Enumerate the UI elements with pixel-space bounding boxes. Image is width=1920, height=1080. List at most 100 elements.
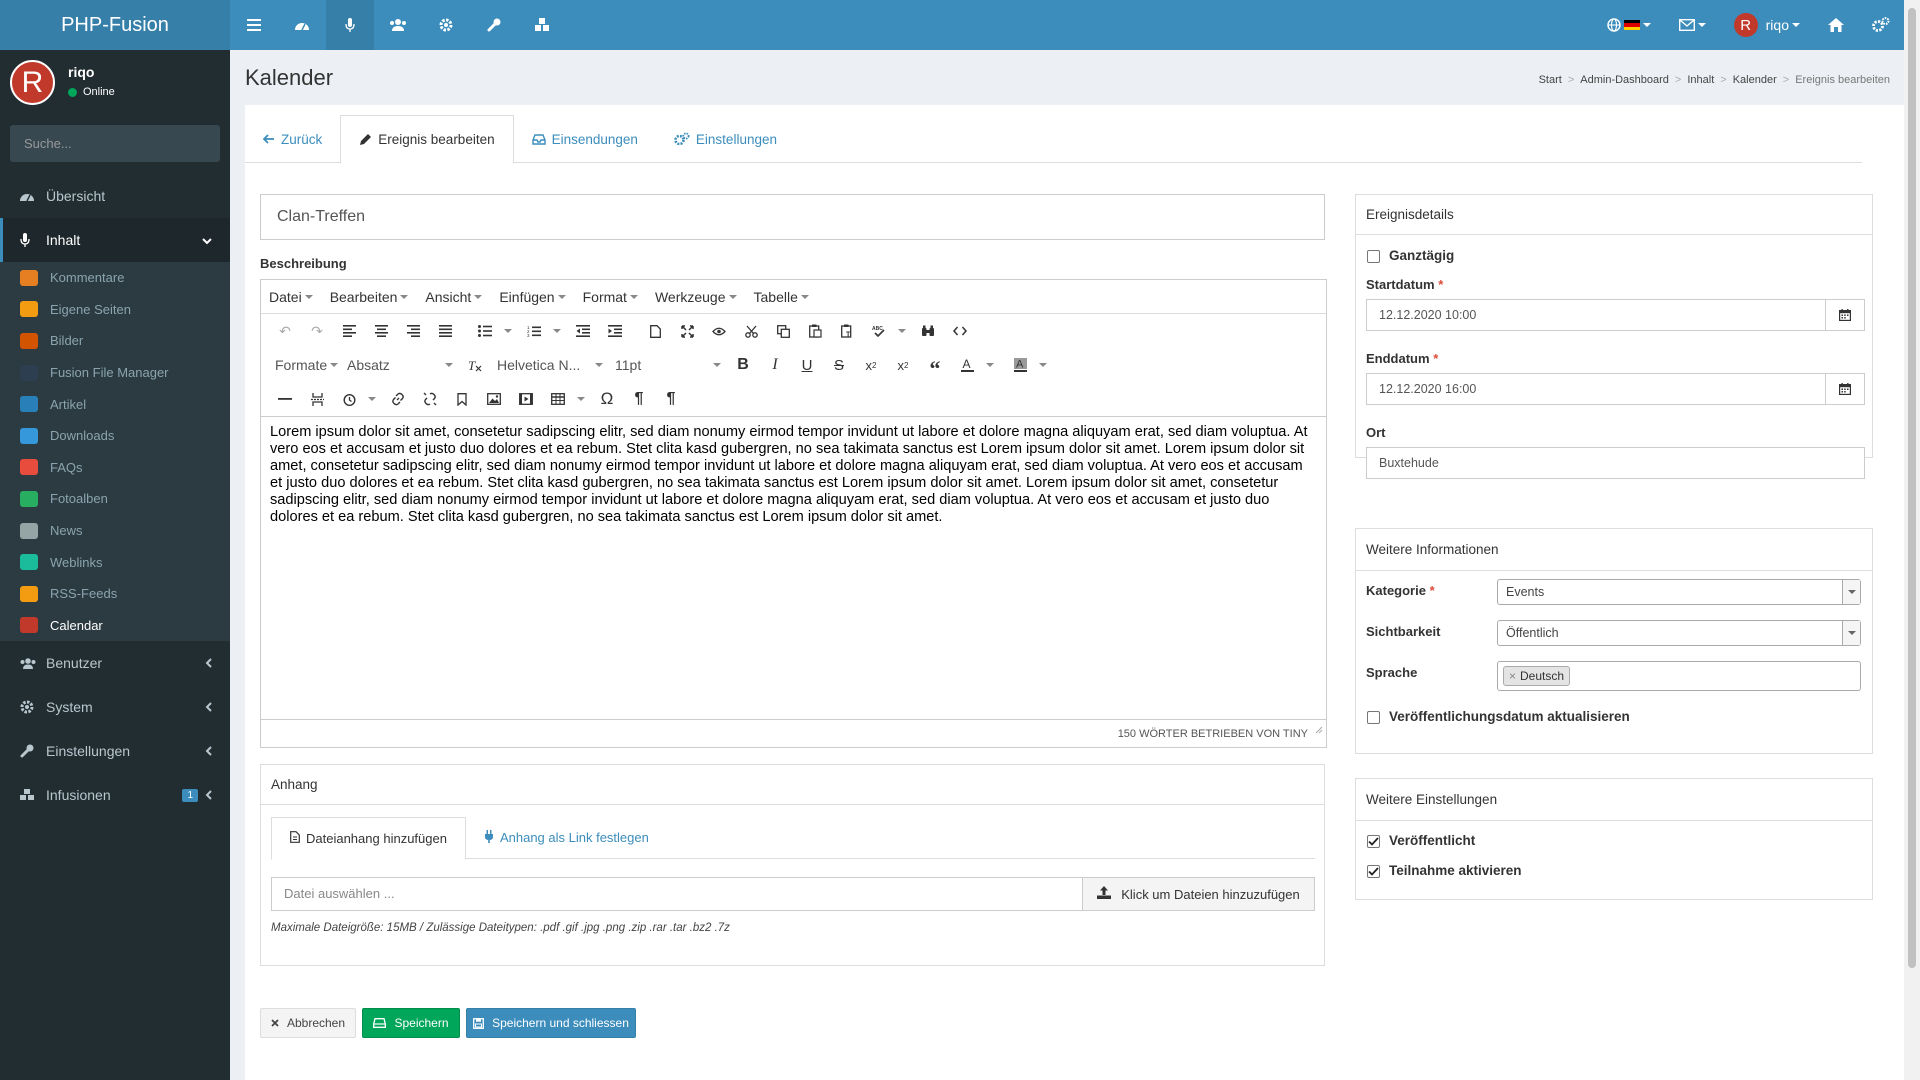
breadcrumb-item[interactable]: Inhalt bbox=[1687, 74, 1714, 86]
table-icon[interactable] bbox=[542, 386, 574, 412]
category-select[interactable]: Events bbox=[1497, 579, 1861, 605]
visibility-select[interactable]: Öffentlich bbox=[1497, 620, 1861, 646]
editor-menu-ansicht[interactable]: Ansicht bbox=[425, 289, 483, 305]
sidebar-search-input[interactable]: Suche... bbox=[10, 125, 220, 162]
calendar-icon[interactable] bbox=[1825, 373, 1865, 405]
save-and-close-button[interactable]: Speichern und schliessen bbox=[466, 1008, 636, 1038]
sidebar-item-users[interactable]: Benutzer bbox=[0, 641, 230, 685]
superscript-icon[interactable]: x2 bbox=[887, 352, 919, 378]
editor-menu-einf-gen[interactable]: Einfügen bbox=[499, 289, 566, 305]
undo-icon[interactable]: ↶ bbox=[269, 318, 301, 344]
remove-tag-icon[interactable]: × bbox=[1509, 669, 1516, 683]
blockquote-icon[interactable]: “ bbox=[919, 352, 951, 381]
editor-menu-bearbeiten[interactable]: Bearbeiten bbox=[330, 289, 409, 305]
sidebar-subitem-artikel[interactable]: Artikel bbox=[0, 388, 230, 420]
published-checkbox[interactable] bbox=[1367, 835, 1380, 848]
resize-handle-icon[interactable] bbox=[1315, 717, 1323, 745]
horizontal-rule-icon[interactable] bbox=[269, 386, 301, 412]
editor-menu-format[interactable]: Format bbox=[583, 289, 638, 305]
visual-chars-pilcrow-icon[interactable]: ¶ bbox=[655, 386, 687, 412]
redo-icon[interactable]: ↷ bbox=[301, 318, 333, 344]
clear-formatting-icon[interactable]: T bbox=[459, 352, 491, 378]
chevron-down-icon[interactable] bbox=[553, 329, 561, 333]
calendar-icon[interactable] bbox=[1825, 299, 1865, 331]
cancel-button[interactable]: Abbrechen bbox=[260, 1008, 356, 1038]
chevron-down-icon[interactable] bbox=[1039, 363, 1047, 367]
add-files-button[interactable]: Klick um Dateien hinzuzufügen bbox=[1082, 877, 1315, 911]
find-binoculars-icon[interactable] bbox=[912, 318, 944, 344]
bold-icon[interactable]: B bbox=[727, 352, 759, 378]
breadcrumb-item[interactable]: Admin-Dashboard bbox=[1580, 74, 1669, 86]
align-center-icon[interactable] bbox=[365, 318, 397, 344]
chevron-down-icon[interactable] bbox=[577, 397, 585, 401]
font-size-dropdown[interactable]: 11pt bbox=[609, 352, 727, 378]
allday-checkbox[interactable] bbox=[1367, 250, 1380, 263]
scrollbar-thumb[interactable] bbox=[1908, 8, 1916, 968]
tab-add-file-attachment[interactable]: Dateianhang hinzufügen bbox=[271, 817, 466, 860]
sidebar-subitem-news[interactable]: News bbox=[0, 515, 230, 547]
infusions-cubes-icon[interactable] bbox=[518, 0, 566, 50]
sidebar-item-system[interactable]: System bbox=[0, 685, 230, 729]
end-date-input[interactable]: 12.12.2020 16:00 bbox=[1366, 373, 1826, 405]
fullscreen-icon[interactable] bbox=[671, 318, 703, 344]
preview-eye-icon[interactable] bbox=[703, 318, 735, 344]
indent-icon[interactable] bbox=[599, 318, 631, 344]
language-tag[interactable]: × Deutsch bbox=[1503, 666, 1571, 686]
tab-settings[interactable]: Einstellungen bbox=[656, 115, 795, 163]
update-publish-date-checkbox[interactable] bbox=[1367, 711, 1380, 724]
breadcrumb-item[interactable]: Start bbox=[1539, 74, 1562, 86]
source-code-icon[interactable] bbox=[944, 318, 976, 344]
start-date-input[interactable]: 12.12.2020 10:00 bbox=[1366, 299, 1826, 331]
formats-dropdown[interactable]: Formate bbox=[269, 352, 341, 378]
dashboard-icon[interactable] bbox=[278, 0, 326, 50]
sidebar-item-content[interactable]: Inhalt bbox=[0, 218, 230, 262]
sidebar-subitem-fusion-file-manager[interactable]: Fusion File Manager bbox=[0, 357, 230, 389]
sidebar-item-infusions[interactable]: Infusionen 1 bbox=[0, 773, 230, 817]
paste-text-icon[interactable]: T bbox=[831, 318, 863, 344]
insert-media-icon[interactable] bbox=[510, 386, 542, 412]
sidebar-item-settings[interactable]: Einstellungen bbox=[0, 729, 230, 773]
participation-checkbox[interactable] bbox=[1367, 865, 1380, 878]
tab-submissions[interactable]: Einsendungen bbox=[514, 115, 656, 163]
sidebar-subitem-kommentare[interactable]: Kommentare bbox=[0, 262, 230, 294]
background-color-icon[interactable]: A bbox=[1004, 352, 1036, 378]
editor-menu-werkzeuge[interactable]: Werkzeuge bbox=[655, 289, 737, 305]
system-gear-icon[interactable] bbox=[422, 0, 470, 50]
font-family-dropdown[interactable]: Helvetica N... bbox=[491, 352, 609, 378]
user-dropdown[interactable]: R riqo bbox=[1720, 0, 1814, 50]
editor-menu-tabelle[interactable]: Tabelle bbox=[754, 289, 809, 305]
editor-content-area[interactable]: Lorem ipsum dolor sit amet, consetetur s… bbox=[261, 417, 1326, 717]
special-character-omega-icon[interactable]: Ω bbox=[591, 386, 623, 412]
underline-icon[interactable]: U bbox=[791, 352, 823, 378]
subscript-icon[interactable]: x2 bbox=[855, 352, 887, 378]
sidebar-subitem-faqs[interactable]: FAQs bbox=[0, 452, 230, 484]
tab-edit-event[interactable]: Ereignis bearbeiten bbox=[340, 115, 514, 164]
content-microphone-icon[interactable] bbox=[326, 0, 374, 50]
link-icon[interactable] bbox=[382, 386, 414, 412]
insert-datetime-icon[interactable] bbox=[333, 386, 365, 412]
save-button[interactable]: Speichern bbox=[362, 1008, 460, 1038]
breadcrumb-item[interactable]: Kalender bbox=[1733, 74, 1777, 86]
tab-attachment-link[interactable]: Anhang als Link festlegen bbox=[466, 817, 667, 858]
sidebar-subitem-eigene-seiten[interactable]: Eigene Seiten bbox=[0, 294, 230, 326]
sidebar-subitem-fotoalben[interactable]: Fotoalben bbox=[0, 483, 230, 515]
messages-dropdown[interactable] bbox=[1665, 0, 1720, 50]
insert-image-icon[interactable] bbox=[478, 386, 510, 412]
sidebar-subitem-calendar[interactable]: Calendar bbox=[0, 610, 230, 642]
outdent-icon[interactable] bbox=[567, 318, 599, 344]
control-sidebar-cogs-icon[interactable] bbox=[1858, 0, 1904, 50]
align-right-icon[interactable] bbox=[397, 318, 429, 344]
align-justify-icon[interactable] bbox=[429, 318, 461, 344]
file-select-input[interactable]: Datei auswählen ... bbox=[271, 877, 1083, 911]
chevron-down-icon[interactable] bbox=[986, 363, 994, 367]
sidebar-subitem-bilder[interactable]: Bilder bbox=[0, 325, 230, 357]
bookmark-anchor-icon[interactable] bbox=[446, 386, 478, 412]
bullet-list-icon[interactable] bbox=[469, 318, 501, 344]
italic-icon[interactable]: I bbox=[759, 352, 791, 378]
sidebar-subitem-rss-feeds[interactable]: RSS-Feeds bbox=[0, 578, 230, 610]
show-blocks-pilcrow-icon[interactable]: ¶ bbox=[623, 386, 655, 412]
paragraph-dropdown[interactable]: Absatz bbox=[341, 352, 459, 378]
new-document-icon[interactable] bbox=[639, 318, 671, 344]
settings-wrench-icon[interactable] bbox=[470, 0, 518, 50]
paste-icon[interactable] bbox=[799, 318, 831, 344]
